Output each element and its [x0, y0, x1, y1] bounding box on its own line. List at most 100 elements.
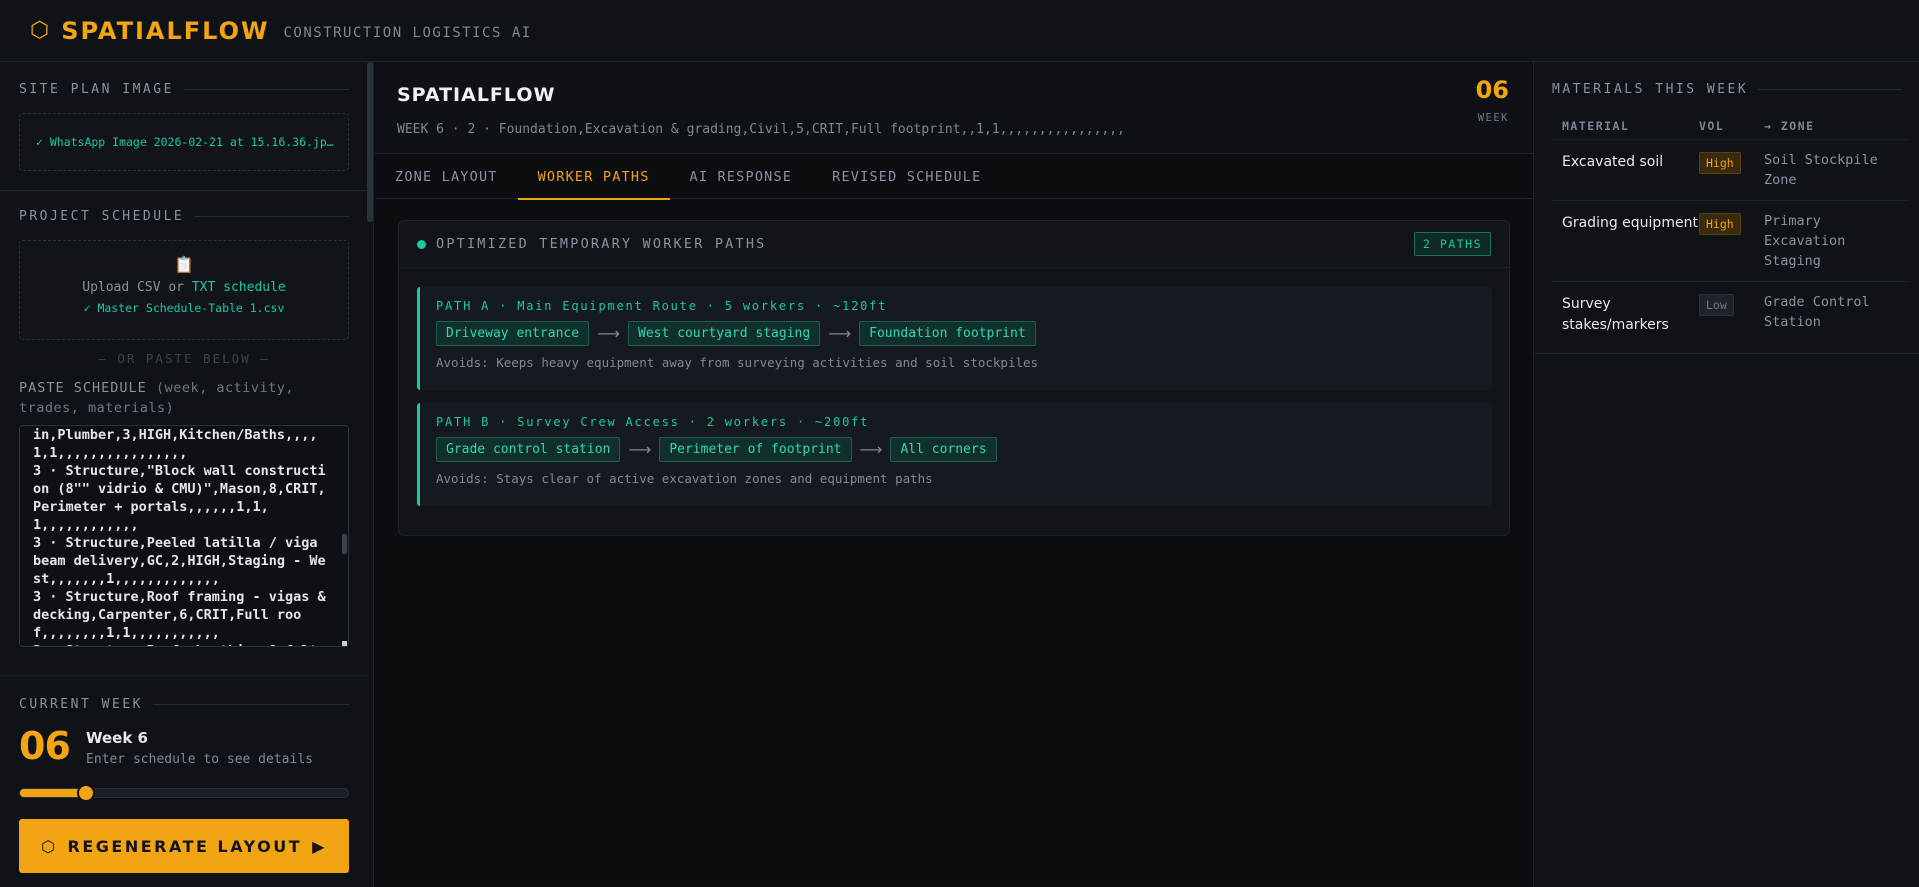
materials-table-header: MATERIAL VOL → ZONE: [1562, 119, 1907, 133]
main-header: SPATIALFLOW WEEK 6 · 2 · Foundation,Exca…: [375, 62, 1533, 154]
site-plan-section-header: SITE PLAN IMAGE: [19, 82, 349, 97]
material-zone: Grade Control Station: [1764, 294, 1870, 330]
path-label: PATH B · Survey Crew Access · 2 workers …: [436, 415, 870, 429]
table-row: Excavated soil High Soil Stockpile Zone: [1552, 139, 1907, 200]
hexagon-logo-icon: ⬡: [30, 18, 50, 43]
schedule-section-header: PROJECT SCHEDULE: [19, 209, 349, 224]
site-plan-upload[interactable]: ✓ WhatsApp Image 2026-02-21 at 15.16.36.…: [19, 113, 349, 171]
schedule-upload-dropzone[interactable]: 📋 Upload CSV or TXT schedule ✓ Master Sc…: [19, 240, 349, 340]
material-zone: Primary Excavation Staging: [1764, 213, 1846, 269]
main-content: SPATIALFLOW WEEK 6 · 2 · Foundation,Exca…: [375, 62, 1533, 887]
paste-schedule-label: PASTE SCHEDULE (week, activity, trades, …: [19, 378, 349, 418]
worker-paths-panel: OPTIMIZED TEMPORARY WORKER PATHS 2 PATHS…: [398, 220, 1510, 536]
week-slider[interactable]: [19, 784, 349, 802]
material-zone: Soil Stockpile Zone: [1764, 152, 1878, 188]
path-step: Foundation footprint: [859, 321, 1036, 346]
page-title: SPATIALFLOW: [397, 84, 556, 106]
or-paste-divider: — OR PASTE BELOW —: [98, 351, 270, 366]
path-step: Grade control station: [436, 437, 621, 462]
arrow-right-icon: ⟶: [597, 324, 620, 343]
current-week-title: CURRENT WEEK: [19, 697, 143, 712]
materials-title: MATERIALS THIS WEEK: [1552, 82, 1749, 97]
paths-count-badge: 2 PATHS: [1414, 232, 1491, 256]
textarea-scrollbar[interactable]: [342, 534, 347, 554]
path-label: PATH A · Main Equipment Route · 5 worker…: [436, 299, 888, 313]
section-divider-line: [183, 89, 349, 90]
paste-schedule-textarea[interactable]: in,Plumber,3,HIGH,Kitchen/Baths,,,,1,1,,…: [19, 425, 349, 647]
header-vol: VOL: [1699, 119, 1725, 133]
sidebar-scrollbar[interactable]: [367, 62, 373, 222]
tab-revised-schedule[interactable]: REVISED SCHEDULE: [812, 154, 1001, 199]
arrow-right-icon: ⟶: [628, 440, 652, 459]
current-week-hint: Enter schedule to see details: [86, 752, 313, 767]
header-week-label: WEEK: [1477, 112, 1509, 124]
clipboard-icon: 📋: [174, 255, 194, 274]
hexagon-icon: ⬡: [41, 836, 58, 856]
schedule-title: PROJECT SCHEDULE: [19, 209, 185, 224]
app-tagline: CONSTRUCTION LOGISTICS AI: [283, 24, 532, 41]
week-slider-fill: [20, 789, 86, 797]
regenerate-layout-label: REGENERATE LAYOUT: [67, 836, 303, 856]
tab-ai-response[interactable]: AI RESPONSE: [670, 154, 813, 199]
volume-cell: Low: [1699, 292, 1764, 336]
sidebar-divider: [0, 190, 368, 191]
paste-label-text: PASTE SCHEDULE: [19, 380, 147, 396]
path-step: West courtyard staging: [628, 321, 821, 346]
site-plan-title: SITE PLAN IMAGE: [19, 82, 174, 97]
header-week-number: 06: [1475, 76, 1509, 104]
panel-title: OPTIMIZED TEMPORARY WORKER PATHS: [436, 236, 767, 252]
path-step: Driveway entrance: [436, 321, 590, 346]
header-zone: → ZONE: [1764, 119, 1815, 133]
materials-table: Excavated soil High Soil Stockpile Zone …: [1552, 139, 1907, 346]
path-steps: Driveway entrance ⟶ West courtyard stagi…: [436, 321, 1476, 346]
site-plan-filename: ✓ WhatsApp Image 2026-02-21 at 15.16.36.…: [36, 135, 334, 149]
regenerate-layout-button[interactable]: ⬡ REGENERATE LAYOUT ▶: [19, 819, 349, 873]
path-avoids-note: Avoids: Stays clear of active excavation…: [436, 471, 933, 486]
status-dot-icon: [417, 239, 426, 249]
path-avoids-note: Avoids: Keeps heavy equipment away from …: [436, 355, 1039, 370]
current-week-label: Week 6: [86, 729, 148, 747]
path-step: Perimeter of footprint: [659, 437, 852, 462]
left-sidebar: SITE PLAN IMAGE ✓ WhatsApp Image 2026-02…: [0, 62, 374, 887]
material-name: Survey stakes/markers: [1562, 296, 1669, 333]
section-divider-line: [194, 216, 349, 217]
section-divider-line: [1758, 89, 1902, 90]
volume-badge: Low: [1699, 294, 1734, 316]
textarea-resize-handle[interactable]: [342, 641, 347, 646]
week-slider-thumb[interactable]: [76, 784, 95, 802]
right-sidebar: MATERIALS THIS WEEK MATERIAL VOL → ZONE …: [1533, 62, 1919, 887]
arrow-right-icon: ⟶: [828, 324, 852, 343]
play-arrow-icon: ▶: [312, 836, 327, 856]
tab-worker-paths[interactable]: WORKER PATHS: [517, 154, 670, 200]
upload-prompt: Upload CSV or TXT schedule: [20, 280, 348, 295]
section-divider-line: [152, 704, 349, 705]
table-row: Survey stakes/markers Low Grade Control …: [1552, 281, 1907, 346]
current-week-section-header: CURRENT WEEK: [19, 697, 349, 712]
path-steps: Grade control station ⟶ Perimeter of foo…: [436, 437, 1476, 462]
path-step: All corners: [890, 437, 997, 462]
upload-prompt-text: Upload CSV or: [82, 280, 192, 295]
view-tabs: ZONE LAYOUT WORKER PATHS AI RESPONSE REV…: [375, 154, 1533, 200]
current-week-number: 06: [19, 724, 71, 768]
volume-badge: High: [1699, 213, 1741, 235]
path-card-a[interactable]: PATH A · Main Equipment Route · 5 worker…: [417, 287, 1492, 390]
materials-section-header: MATERIALS THIS WEEK: [1552, 82, 1902, 97]
upload-link[interactable]: TXT schedule: [192, 280, 286, 295]
volume-cell: High: [1699, 211, 1764, 271]
sidebar-divider: [0, 675, 368, 676]
header-material: MATERIAL: [1562, 119, 1630, 133]
arrow-right-icon: ⟶: [859, 440, 883, 459]
top-bar: ⬡ SPATIALFLOW CONSTRUCTION LOGISTICS AI: [0, 0, 1919, 62]
volume-cell: High: [1699, 150, 1764, 190]
path-card-b[interactable]: PATH B · Survey Crew Access · 2 workers …: [417, 403, 1492, 506]
panel-header: OPTIMIZED TEMPORARY WORKER PATHS 2 PATHS: [399, 221, 1509, 268]
tab-zone-layout[interactable]: ZONE LAYOUT: [395, 154, 518, 199]
material-name: Excavated soil: [1562, 154, 1664, 170]
schedule-filename: ✓ Master Schedule-Table 1.csv: [83, 301, 285, 315]
app-logo: SPATIALFLOW: [61, 16, 270, 45]
table-row: Grading equipment High Primary Excavatio…: [1552, 200, 1907, 281]
section-divider: [1534, 353, 1919, 354]
page-subtitle: WEEK 6 · 2 · Foundation,Excavation & gra…: [397, 122, 1125, 137]
material-name: Grading equipment: [1562, 215, 1698, 231]
volume-badge: High: [1699, 152, 1741, 174]
